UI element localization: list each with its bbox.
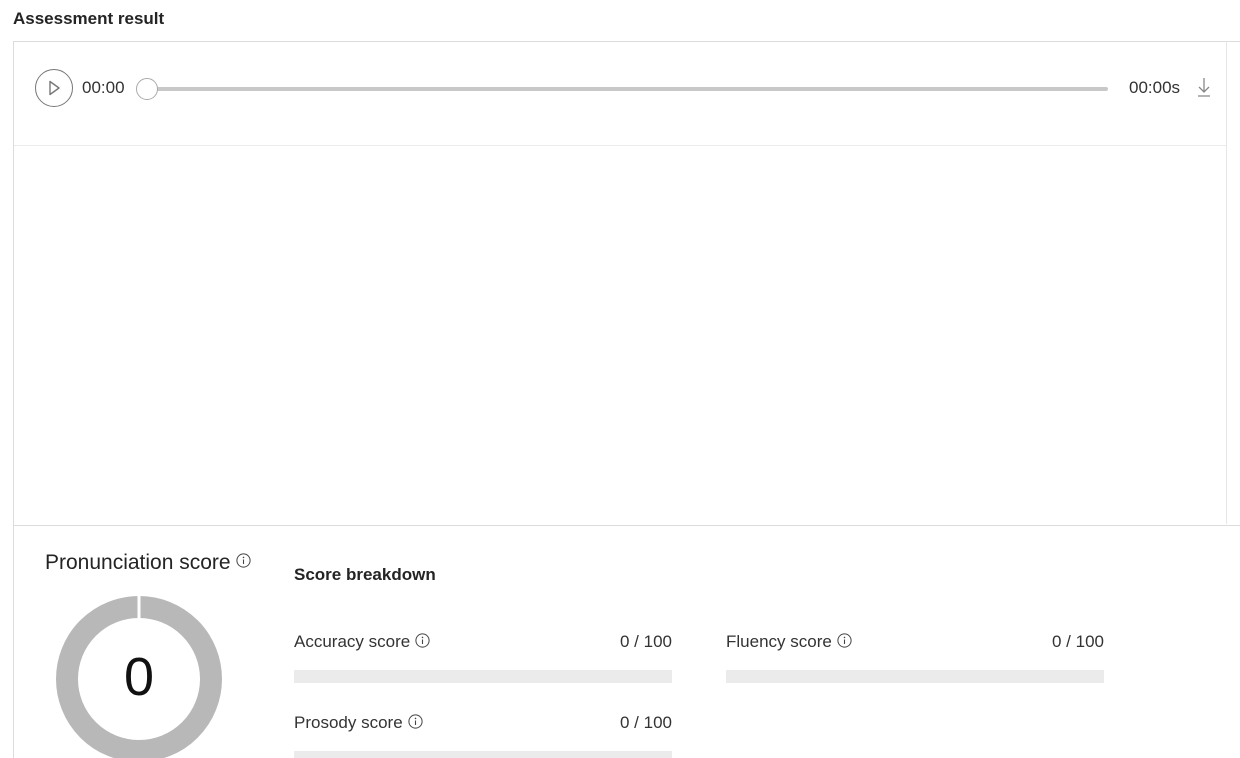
prosody-score-metric: Prosody score 0 / 100: [294, 713, 672, 758]
panel-divider: [1226, 41, 1227, 524]
seek-track[interactable]: [148, 87, 1108, 91]
fluency-score-value: 0 / 100: [1052, 632, 1104, 651]
info-icon[interactable]: [236, 552, 251, 568]
score-breakdown-title: Score breakdown: [294, 565, 436, 584]
fluency-score-bar: [726, 670, 1104, 683]
pronunciation-score-value: 0: [123, 647, 155, 707]
accuracy-score-heading: Accuracy score: [294, 632, 430, 652]
prosody-score-value: 0 / 100: [620, 713, 672, 732]
accuracy-score-metric: Accuracy score 0 / 100: [294, 632, 672, 684]
section-title: Assessment result: [13, 9, 165, 28]
total-time: 00:00s: [1129, 78, 1181, 97]
play-icon: [49, 80, 60, 96]
fluency-score-label: Fluency score: [726, 632, 832, 651]
accuracy-score-value: 0 / 100: [620, 632, 672, 651]
fluency-score-metric: Fluency score 0 / 100: [726, 632, 1104, 684]
play-button[interactable]: [35, 69, 73, 107]
assessment-panel: 00:00 00:00s Pronunciation score 0 Score…: [13, 41, 1240, 758]
audio-player: 00:00 00:00s: [14, 42, 1227, 146]
download-icon: [1198, 78, 1210, 97]
current-time: 00:00: [82, 78, 125, 97]
info-icon[interactable]: [408, 713, 423, 729]
accuracy-score-bar: [294, 670, 672, 683]
pronunciation-score-heading: Pronunciation score: [45, 551, 251, 575]
prosody-score-bar: [294, 751, 672, 758]
accuracy-score-label: Accuracy score: [294, 632, 411, 651]
waveform-area: [14, 147, 1227, 525]
info-icon[interactable]: [415, 632, 430, 648]
prosody-score-label: Prosody score: [294, 713, 403, 732]
download-button[interactable]: [1195, 76, 1213, 98]
score-area: Pronunciation score 0 Score breakdown Ac…: [14, 525, 1240, 758]
pronunciation-score-title: Pronunciation score: [45, 551, 231, 574]
fluency-score-heading: Fluency score: [726, 632, 852, 652]
prosody-score-heading: Prosody score: [294, 713, 423, 733]
seek-thumb[interactable]: [136, 78, 158, 100]
info-icon[interactable]: [837, 632, 852, 648]
